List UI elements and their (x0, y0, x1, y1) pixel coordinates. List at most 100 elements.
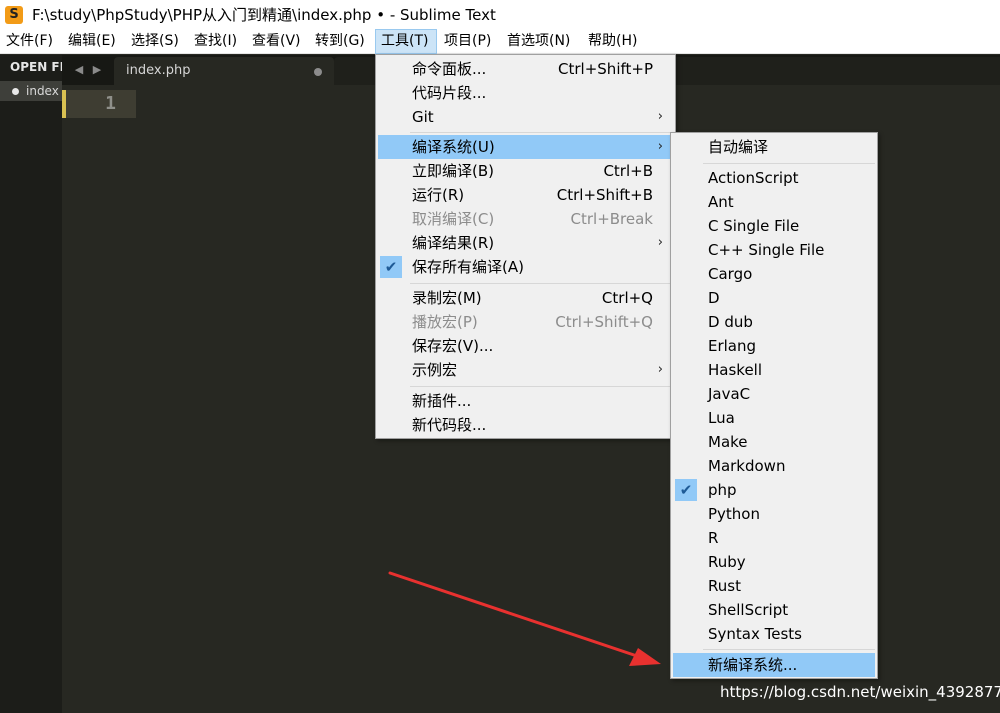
build-item-d[interactable]: D (673, 286, 875, 310)
submenu-chevron-icon: › (657, 109, 663, 124)
submenu-chevron-icon: › (657, 139, 663, 154)
item-label: 运行(R) (412, 186, 465, 204)
menu-edit[interactable]: 编辑(E) (68, 29, 116, 54)
menu-save-all-on-build[interactable]: ✔ 保存所有编译(A) (378, 255, 673, 279)
item-label: 立即编译(B) (412, 162, 494, 180)
sidebar-file-label: index (26, 84, 59, 98)
build-item-r[interactable]: R (673, 526, 875, 550)
item-shortcut: Ctrl+Q (601, 289, 653, 307)
build-item-haskell[interactable]: Haskell (673, 358, 875, 382)
build-item-lua[interactable]: Lua (673, 406, 875, 430)
item-label: C++ Single File (708, 241, 825, 259)
menu-separator (703, 163, 875, 164)
menu-goto[interactable]: 转到(G) (315, 29, 365, 54)
checkmark-icon: ✔ (380, 256, 402, 278)
menu-cancel-build: 取消编译(C) Ctrl+Break (378, 207, 673, 231)
menu-find[interactable]: 查找(I) (194, 29, 237, 54)
tab-unsaved-dot-icon[interactable] (314, 68, 322, 76)
menu-snippets[interactable]: 代码片段... (378, 81, 673, 105)
build-item-rust[interactable]: Rust (673, 574, 875, 598)
item-label: C Single File (708, 217, 800, 235)
menu-selection[interactable]: 选择(S) (131, 29, 179, 54)
item-label: 新编译系统... (708, 656, 798, 674)
item-label: 代码片段... (412, 84, 487, 102)
build-item-markdown[interactable]: Markdown (673, 454, 875, 478)
item-label: 录制宏(M) (412, 289, 482, 307)
build-item-cargo[interactable]: Cargo (673, 262, 875, 286)
tab-nav-left-icon[interactable]: ◀ (72, 62, 86, 78)
menu-record-macro[interactable]: 录制宏(M) Ctrl+Q (378, 286, 673, 310)
item-label: JavaC (708, 385, 751, 403)
menu-command-palette[interactable]: 命令面板... Ctrl+Shift+P (378, 57, 673, 81)
build-item-ant[interactable]: Ant (673, 190, 875, 214)
item-label: R (708, 529, 719, 547)
menu-help[interactable]: 帮助(H) (588, 29, 637, 54)
item-label: ActionScript (708, 169, 799, 187)
item-label: Markdown (708, 457, 786, 475)
item-label: D dub (708, 313, 753, 331)
tab-index-php[interactable]: index.php (114, 57, 334, 85)
item-label: Ruby (708, 553, 746, 571)
item-label: php (708, 481, 737, 499)
menu-new-snippet[interactable]: 新代码段... (378, 413, 673, 437)
menu-separator (703, 649, 875, 650)
item-shortcut: Ctrl+Shift+Q (555, 313, 653, 331)
sidebar: OPEN FI index (0, 55, 62, 713)
build-item-erlang[interactable]: Erlang (673, 334, 875, 358)
build-item-php[interactable]: ✔ php (673, 478, 875, 502)
menu-playback-macro: 播放宏(P) Ctrl+Shift+Q (378, 310, 673, 334)
menu-preferences[interactable]: 首选项(N) (507, 29, 570, 54)
build-item-c-single-file[interactable]: C Single File (673, 214, 875, 238)
build-item-actionscript[interactable]: ActionScript (673, 166, 875, 190)
build-item-shellscript[interactable]: ShellScript (673, 598, 875, 622)
build-item-d-dub[interactable]: D dub (673, 310, 875, 334)
item-label: Haskell (708, 361, 763, 379)
item-shortcut: Ctrl+Shift+P (558, 60, 653, 78)
menu-tools[interactable]: 工具(T) (375, 29, 437, 54)
item-label: 自动编译 (708, 138, 769, 156)
menu-project[interactable]: 项目(P) (444, 29, 491, 54)
title-bar: S F:\study\PhpStudy\PHP从入门到精通\index.php … (0, 0, 1000, 29)
item-shortcut: Ctrl+Shift+B (556, 186, 653, 204)
tab-label: index.php (126, 63, 191, 78)
menu-separator (410, 132, 673, 133)
menu-run[interactable]: 运行(R) Ctrl+Shift+B (378, 183, 673, 207)
item-label: 保存宏(V)... (412, 337, 494, 355)
build-item-ruby[interactable]: Ruby (673, 550, 875, 574)
build-item-cpp-single-file[interactable]: C++ Single File (673, 238, 875, 262)
build-item-new-build-system[interactable]: 新编译系统... (673, 653, 875, 677)
window-title: F:\study\PhpStudy\PHP从入门到精通\index.php • … (32, 6, 496, 24)
build-item-javac[interactable]: JavaC (673, 382, 875, 406)
submenu-chevron-icon: › (657, 235, 663, 250)
menu-view[interactable]: 查看(V) (252, 29, 301, 54)
build-item-syntax-tests[interactable]: Syntax Tests (673, 622, 875, 646)
menu-separator (410, 283, 673, 284)
menu-macros[interactable]: 示例宏 › (378, 358, 673, 382)
item-shortcut: Ctrl+B (603, 162, 653, 180)
menu-git[interactable]: Git › (378, 105, 673, 129)
watermark: https://blog.csdn.net/weixin_43928774 (720, 683, 1000, 701)
build-item-python[interactable]: Python (673, 502, 875, 526)
sublime-text-icon: S (5, 5, 23, 24)
item-label: Syntax Tests (708, 625, 802, 643)
item-label: Ant (708, 193, 734, 211)
open-files-header: OPEN FI (10, 60, 62, 74)
item-label: Erlang (708, 337, 757, 355)
sidebar-file-item[interactable]: index (0, 81, 62, 101)
menu-save-macro[interactable]: 保存宏(V)... (378, 334, 673, 358)
menu-build[interactable]: 立即编译(B) Ctrl+B (378, 159, 673, 183)
build-item-automatic[interactable]: 自动编译 (673, 135, 875, 159)
item-label: 编译系统(U) (412, 138, 495, 156)
item-label: Cargo (708, 265, 753, 283)
menu-build-system[interactable]: 编译系统(U) › (378, 135, 673, 159)
item-shortcut: Ctrl+Break (570, 210, 654, 228)
menu-build-results[interactable]: 编译结果(R) › (378, 231, 673, 255)
line-number: 1 (105, 93, 116, 114)
build-item-make[interactable]: Make (673, 430, 875, 454)
item-label: Lua (708, 409, 735, 427)
tab-nav-right-icon[interactable]: ▶ (90, 62, 104, 78)
menu-separator (410, 386, 673, 387)
item-label: Git (412, 108, 434, 126)
menu-file[interactable]: 文件(F) (6, 29, 53, 54)
menu-new-plugin[interactable]: 新插件... (378, 389, 673, 413)
